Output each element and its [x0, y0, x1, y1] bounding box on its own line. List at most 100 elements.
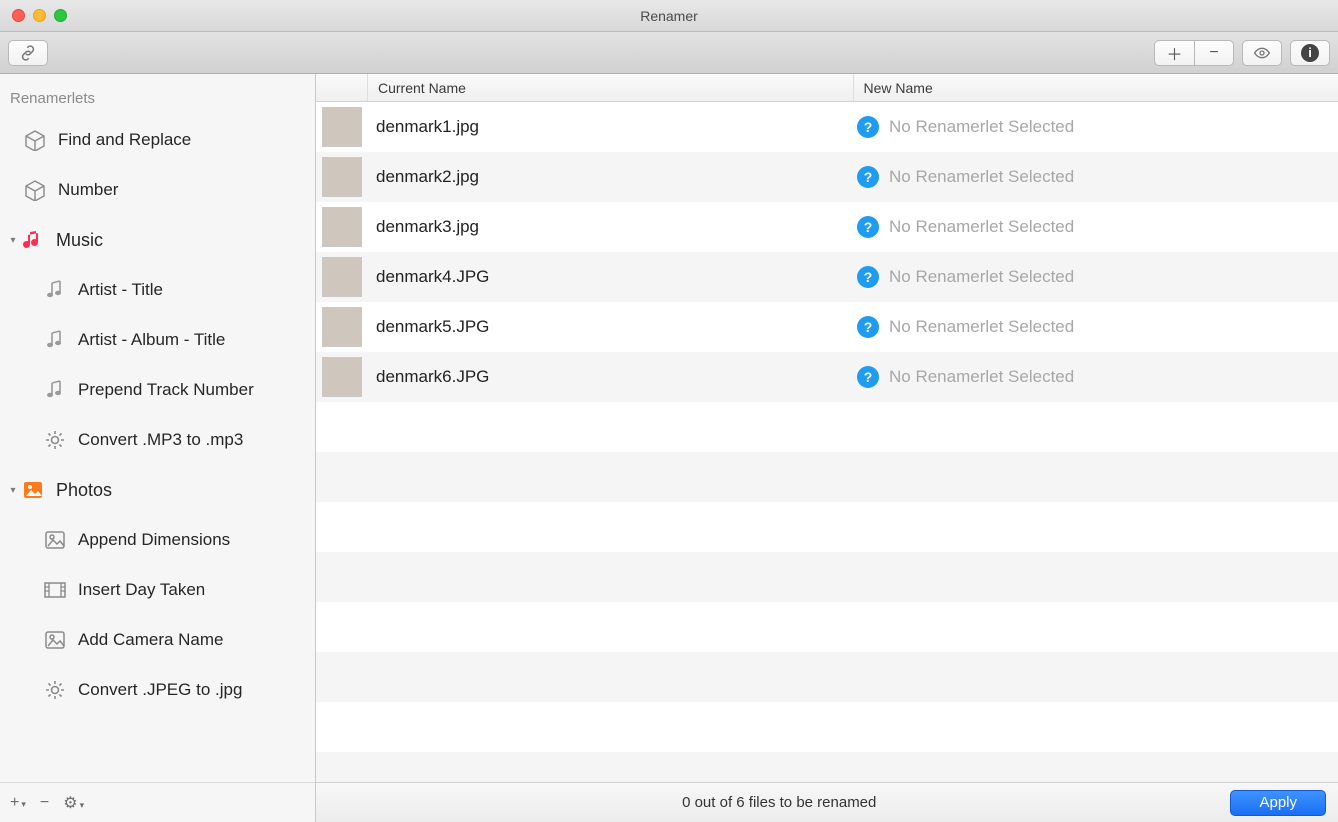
new-name-text: No Renamerlet Selected — [889, 317, 1074, 337]
question-icon: ? — [857, 166, 879, 188]
table-row[interactable] — [316, 452, 1338, 502]
sidebar-item-label: Prepend Track Number — [78, 380, 254, 400]
table-row[interactable] — [316, 502, 1338, 552]
sidebar-remove-button[interactable]: − — [40, 794, 49, 812]
file-thumbnail — [322, 257, 362, 297]
question-icon: ? — [857, 116, 879, 138]
disclosure-icon[interactable]: ▾ — [8, 235, 18, 245]
sidebar-item-artist-title[interactable]: Artist - Title — [0, 265, 315, 315]
table-row[interactable] — [316, 602, 1338, 652]
new-name-text: No Renamerlet Selected — [889, 367, 1074, 387]
sidebar-list: Find and Replace Number ▾Music Artist - Tit… — [0, 115, 315, 782]
sidebar-item-label: Artist - Title — [78, 280, 163, 300]
sidebar-item-number[interactable]: Number — [0, 165, 315, 215]
minus-icon: − — [1209, 44, 1218, 62]
sidebar-item-label: Find and Replace — [58, 130, 191, 150]
sidebar-item-find-and-replace[interactable]: Find and Replace — [0, 115, 315, 165]
image-icon — [44, 529, 66, 551]
column-current-name[interactable]: Current Name — [368, 74, 854, 101]
image-icon — [44, 629, 66, 651]
question-icon: ? — [857, 216, 879, 238]
sidebar-item-add-camera-name[interactable]: Add Camera Name — [0, 615, 315, 665]
preview-button[interactable] — [1242, 40, 1282, 66]
table-row[interactable]: denmark4.JPG?No Renamerlet Selected — [316, 252, 1338, 302]
new-name-cell: ? No Renamerlet Selected — [857, 166, 1338, 188]
file-thumbnail — [322, 207, 362, 247]
note-icon — [44, 279, 66, 301]
toolbar: ＋ − i — [0, 32, 1338, 74]
sidebar-item-label: Convert .MP3 to .mp3 — [78, 430, 243, 450]
gear-icon — [44, 429, 66, 451]
note-icon — [44, 329, 66, 351]
new-name-cell: ? No Renamerlet Selected — [857, 216, 1338, 238]
link-button[interactable] — [8, 40, 48, 66]
current-name-cell: denmark1.jpg — [368, 117, 857, 137]
chevron-down-icon: ▾ — [80, 800, 85, 810]
cube-icon — [24, 129, 46, 151]
current-name-cell: denmark3.jpg — [368, 217, 857, 237]
current-name-cell: denmark5.JPG — [368, 317, 857, 337]
table-row[interactable]: denmark1.jpg? No Renamerlet Selected — [316, 102, 1338, 152]
sidebar-item-label: Convert .JPEG to .jpg — [78, 680, 242, 700]
close-window-button[interactable] — [12, 9, 25, 22]
sidebar-item-artist-album-title[interactable]: Artist - Album - Title — [0, 315, 315, 365]
sidebar-item-label: Add Camera Name — [78, 630, 224, 650]
sidebar-action-button[interactable]: ⚙▾ — [63, 793, 84, 813]
sidebar-item-label: Append Dimensions — [78, 530, 230, 550]
column-thumbnail[interactable] — [316, 74, 368, 101]
new-name-text: No Renamerlet Selected — [889, 217, 1074, 237]
info-icon: i — [1301, 44, 1319, 62]
sidebar-item-label: Number — [58, 180, 118, 200]
add-button[interactable]: ＋ — [1154, 40, 1194, 66]
table-row[interactable]: denmark3.jpg? No Renamerlet Selected — [316, 202, 1338, 252]
cube-icon — [24, 179, 46, 201]
table-row[interactable]: denmark6.JPG? No Renamerlet Selected — [316, 352, 1338, 402]
current-name-cell: denmark2.jpg — [368, 167, 857, 187]
status-text: 0 out of 6 files to be renamed — [328, 794, 1230, 811]
titlebar: Renamer — [0, 0, 1338, 32]
disclosure-icon[interactable]: ▾ — [8, 485, 18, 495]
table-row[interactable]: denmark2.jpg? No Renamerlet Selected — [316, 152, 1338, 202]
sidebar-item-prepend-track-number[interactable]: Prepend Track Number — [0, 365, 315, 415]
sidebar-item-photos[interactable]: ▾Photos — [0, 465, 315, 515]
question-icon: ? — [857, 366, 879, 388]
sidebar-add-button[interactable]: +▾ — [10, 794, 26, 812]
file-thumbnail — [322, 107, 362, 147]
remove-button[interactable]: − — [1194, 40, 1234, 66]
question-icon: ? — [857, 266, 879, 288]
table-row[interactable] — [316, 652, 1338, 702]
gear-icon: ⚙ — [63, 795, 77, 812]
new-name-text: No Renamerlet Selected — [889, 117, 1074, 137]
gear-icon — [44, 679, 66, 701]
table-row[interactable] — [316, 702, 1338, 752]
window-title: Renamer — [0, 8, 1338, 24]
file-thumbnail — [322, 157, 362, 197]
sidebar-item-convert-jpeg-to-jpg[interactable]: Convert .JPEG to .jpg — [0, 665, 315, 715]
sidebar-footer: +▾ − ⚙▾ — [0, 782, 315, 822]
table-row[interactable]: denmark5.JPG?No Renamerlet Selected — [316, 302, 1338, 352]
table-row[interactable] — [316, 752, 1338, 782]
minimize-window-button[interactable] — [33, 9, 46, 22]
info-button[interactable]: i — [1290, 40, 1330, 66]
zoom-window-button[interactable] — [54, 9, 67, 22]
sidebar-item-music[interactable]: ▾Music — [0, 215, 315, 265]
table-row[interactable] — [316, 402, 1338, 452]
photo-icon — [22, 479, 44, 501]
new-name-text: No Renamerlet Selected — [889, 167, 1074, 187]
table-header: Current Name New Name — [316, 74, 1338, 102]
plus-icon: ＋ — [1166, 41, 1182, 65]
apply-button[interactable]: Apply — [1230, 790, 1326, 816]
sidebar-item-append-dimensions[interactable]: Append Dimensions — [0, 515, 315, 565]
plus-icon: + — [10, 794, 19, 811]
table-row[interactable] — [316, 552, 1338, 602]
file-list[interactable]: denmark1.jpg?No Renamerlet Selecteddenma… — [316, 102, 1338, 782]
new-name-cell: ?No Renamerlet Selected — [857, 316, 1338, 338]
main-panel: Current Name New Name denmark1.jpg? No Re… — [316, 74, 1338, 822]
sidebar-item-insert-day-taken[interactable]: Insert Day Taken — [0, 565, 315, 615]
file-thumbnail — [322, 307, 362, 347]
window-controls — [12, 9, 67, 22]
column-new-name[interactable]: New Name — [854, 74, 1338, 101]
current-name-cell: denmark6.JPG — [368, 367, 857, 387]
new-name-cell: ? No Renamerlet Selected — [857, 366, 1338, 388]
sidebar-item-convert-mp3-to-mp3[interactable]: Convert .MP3 to .mp3 — [0, 415, 315, 465]
